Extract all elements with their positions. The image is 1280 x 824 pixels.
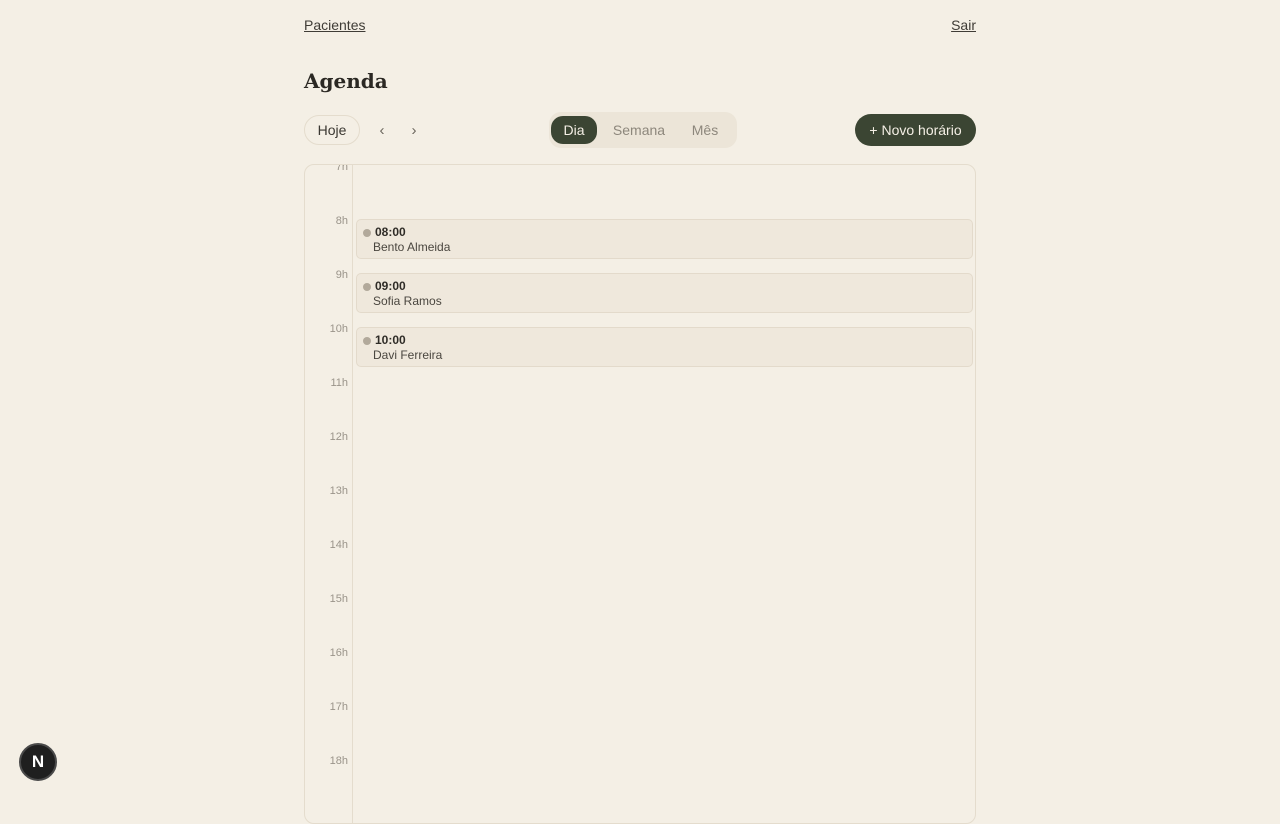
event-time: 08:00	[375, 225, 406, 239]
appointment-event[interactable]: 10:00 Davi Ferreira	[356, 327, 973, 367]
next-button[interactable]: ›	[404, 118, 424, 142]
appointment-event[interactable]: 09:00 Sofia Ramos	[356, 273, 973, 313]
page-title: Agenda	[304, 69, 388, 93]
dev-tools-badge[interactable]: N	[19, 743, 57, 781]
hour-label: 8h	[335, 215, 348, 227]
today-button[interactable]: Hoje	[304, 115, 360, 145]
day-calendar: 7h 8h 9h 10h 11h 12h 13h 14h 15h 16h 17h 18h 08:00 B…	[304, 164, 976, 824]
hour-label: 18h	[329, 755, 348, 767]
status-dot-icon	[363, 337, 371, 345]
event-patient-name: Davi Ferreira	[373, 348, 443, 362]
hour-label: 7h	[335, 164, 348, 173]
hour-label: 12h	[329, 431, 348, 443]
hour-label: 16h	[329, 647, 348, 659]
previous-button[interactable]: ‹	[372, 118, 392, 142]
hour-gutter: 7h 8h 9h 10h 11h 12h 13h 14h 15h 16h 17h 18h	[305, 165, 353, 823]
event-patient-name: Bento Almeida	[373, 240, 451, 254]
tab-week[interactable]: Semana	[607, 116, 671, 144]
hour-label: 11h	[330, 377, 348, 389]
hour-label: 14h	[329, 539, 348, 551]
status-dot-icon	[363, 229, 371, 237]
appointment-event[interactable]: 08:00 Bento Almeida	[356, 219, 973, 259]
hour-label: 15h	[329, 593, 348, 605]
tab-month[interactable]: Mês	[687, 116, 723, 144]
logout-link[interactable]: Sair	[951, 17, 976, 33]
view-switcher: Dia Semana Mês	[549, 112, 737, 148]
calendar-toolbar: Hoje ‹ › Dia Semana Mês + Novo horário	[304, 112, 976, 148]
hour-label: 10h	[329, 323, 348, 335]
hour-label: 17h	[329, 701, 348, 713]
top-nav: Pacientes Sair	[304, 17, 976, 33]
hour-label: 9h	[335, 269, 348, 281]
new-slot-button[interactable]: + Novo horário	[855, 114, 976, 146]
tab-day[interactable]: Dia	[551, 116, 597, 144]
event-time: 09:00	[375, 279, 406, 293]
event-time: 10:00	[375, 333, 406, 347]
status-dot-icon	[363, 283, 371, 291]
hour-label: 13h	[329, 485, 348, 497]
patients-link[interactable]: Pacientes	[304, 17, 365, 33]
event-patient-name: Sofia Ramos	[373, 294, 442, 308]
